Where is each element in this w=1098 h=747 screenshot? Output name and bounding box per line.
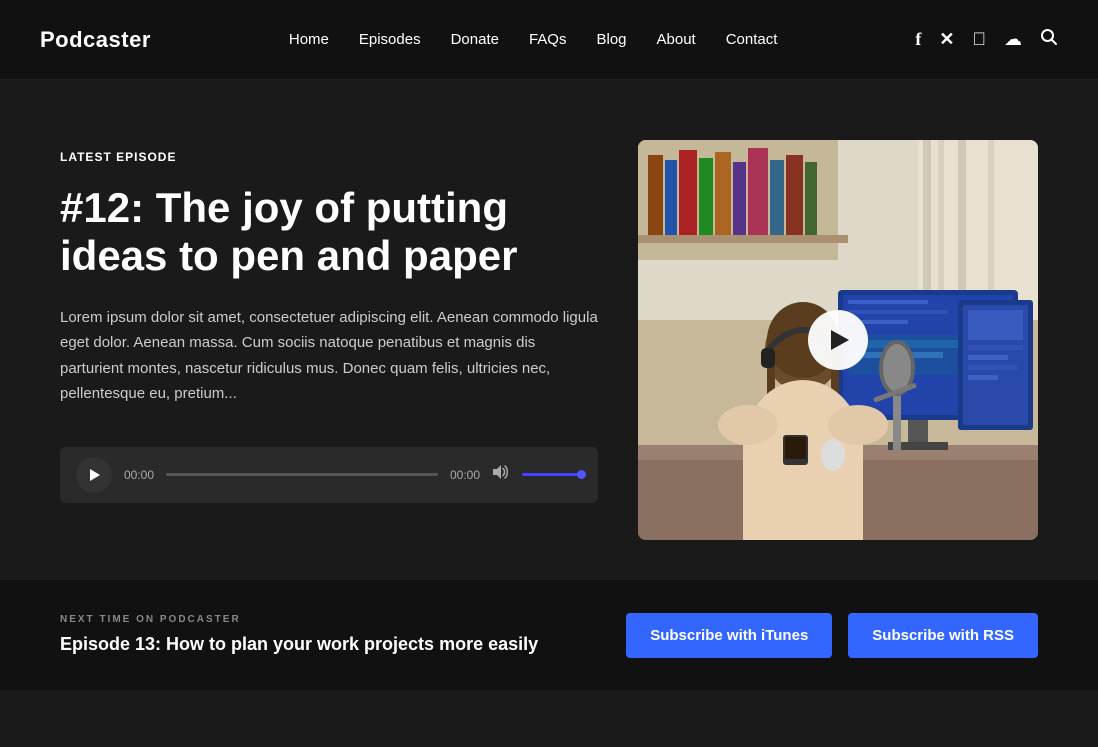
audio-progress-bar[interactable] — [166, 473, 438, 476]
subscription-buttons: Subscribe with iTunes Subscribe with RSS — [626, 613, 1038, 658]
nav-home[interactable]: Home — [289, 31, 329, 48]
search-icon[interactable] — [1040, 28, 1058, 51]
episode-description: Lorem ipsum dolor sit amet, consectetuer… — [60, 305, 598, 407]
nav-faqs[interactable]: FAQs — [529, 31, 567, 48]
hero-content: Latest Episode #12: The joy of putting i… — [60, 140, 598, 503]
site-header: Podcaster Home Episodes Donate FAQs Blog… — [0, 0, 1098, 80]
volume-icon[interactable] — [492, 464, 510, 485]
latest-episode-label: Latest Episode — [60, 150, 598, 164]
nav-contact[interactable]: Contact — [726, 31, 778, 48]
hero-image — [638, 140, 1038, 540]
x-twitter-icon[interactable]: ✕ — [939, 29, 954, 50]
next-episode-title: Episode 13: How to plan your work projec… — [60, 633, 626, 656]
facebook-icon[interactable]: f — [915, 29, 921, 50]
nav-about[interactable]: About — [657, 31, 696, 48]
hero-section: Latest Episode #12: The joy of putting i… — [0, 80, 1098, 580]
video-play-button[interactable] — [808, 310, 868, 370]
subscribe-rss-button[interactable]: Subscribe with RSS — [848, 613, 1038, 658]
soundcloud-icon[interactable]: ☁ — [1004, 29, 1022, 50]
promo-content: NEXT TIME ON PODCASTER Episode 13: How t… — [60, 614, 626, 656]
site-logo[interactable]: Podcaster — [40, 27, 151, 53]
episode-title: #12: The joy of putting ideas to pen and… — [60, 184, 598, 281]
header-social-icons: f ✕  ☁ — [915, 28, 1058, 51]
nav-episodes[interactable]: Episodes — [359, 31, 421, 48]
volume-bar[interactable] — [522, 473, 582, 476]
nav-donate[interactable]: Donate — [451, 31, 499, 48]
audio-time-end: 00:00 — [450, 468, 480, 482]
next-episode-label: NEXT TIME ON PODCASTER — [60, 614, 626, 625]
main-nav: Home Episodes Donate FAQs Blog About Con… — [289, 31, 778, 48]
hero-image-container — [638, 140, 1038, 540]
subscribe-itunes-button[interactable]: Subscribe with iTunes — [626, 613, 832, 658]
nav-blog[interactable]: Blog — [596, 31, 626, 48]
play-button[interactable] — [76, 457, 112, 493]
promo-bar: NEXT TIME ON PODCASTER Episode 13: How t… — [0, 580, 1098, 690]
apple-icon[interactable]:  — [972, 29, 986, 50]
audio-time-start: 00:00 — [124, 468, 154, 482]
audio-player: 00:00 00:00 — [60, 447, 598, 503]
